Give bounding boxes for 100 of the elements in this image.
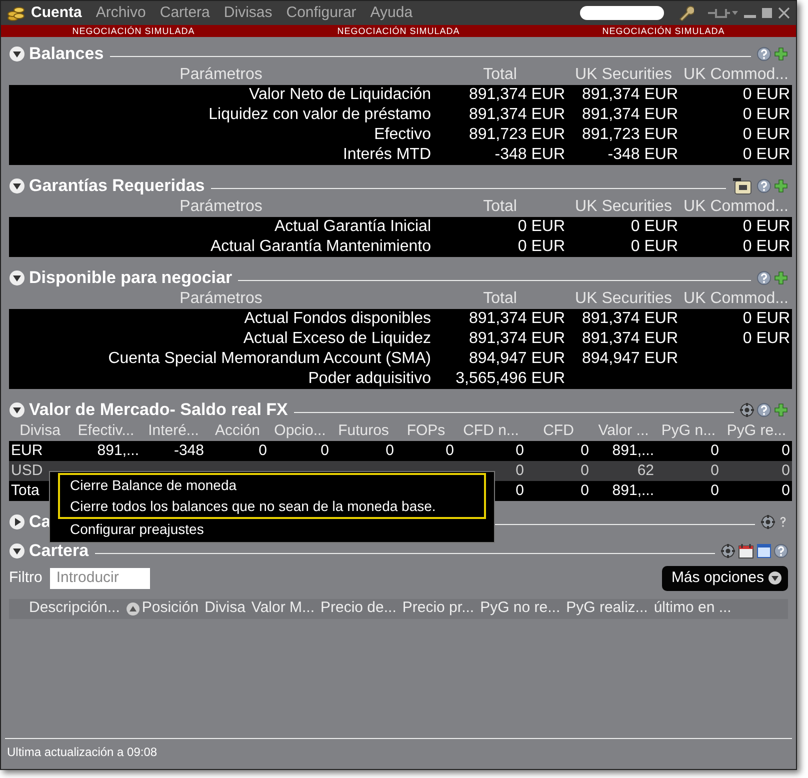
column-header: Futuros xyxy=(331,421,396,441)
collapse-icon[interactable] xyxy=(9,402,25,418)
table-cell: 894,947 EUR xyxy=(433,349,567,369)
table-cell: Actual Exceso de Liquidez xyxy=(9,329,433,349)
column-header: CFD xyxy=(526,421,591,441)
table-cell: 62 xyxy=(591,461,656,481)
collapse-icon[interactable] xyxy=(9,46,25,62)
column-header: Total xyxy=(433,289,567,309)
column-header[interactable]: Descripción... xyxy=(29,597,120,620)
table-cell: 891,374 EUR xyxy=(433,85,567,105)
table-cell: 0 xyxy=(721,481,792,501)
column-header: Total xyxy=(433,197,567,217)
maximize-icon[interactable] xyxy=(761,7,773,19)
table-cell: Actual Fondos disponibles xyxy=(9,309,433,329)
banner-text: NEGOCIACIÓN SIMULADA xyxy=(337,25,460,37)
window-icon[interactable] xyxy=(757,544,771,558)
column-header: Valor ... xyxy=(591,421,656,441)
table-cell: 894,947 EUR xyxy=(567,349,680,369)
help-icon[interactable] xyxy=(757,47,771,61)
column-header: Interé... xyxy=(141,421,206,441)
column-header[interactable]: PyG realiz... xyxy=(566,597,648,620)
section-title: Cartera xyxy=(29,540,89,562)
table-cell: 891,374 EUR xyxy=(567,329,680,349)
calendar-icon[interactable] xyxy=(738,543,754,559)
section-title: Valor de Mercado- Saldo real FX xyxy=(29,399,288,422)
table-cell: Liquidez con valor de préstamo xyxy=(9,105,433,125)
table-cell: -348 EUR xyxy=(433,145,567,165)
column-header: PyG re... xyxy=(721,421,792,441)
help-icon[interactable] xyxy=(757,271,771,285)
table-cell: 891,723 EUR xyxy=(567,125,680,145)
column-header[interactable]: Precio pr... xyxy=(402,597,474,620)
table-cell: Interés MTD xyxy=(9,145,433,165)
banner-text: NEGOCIACIÓN SIMULADA xyxy=(602,25,725,37)
expand-icon[interactable] xyxy=(9,514,25,530)
column-header: Parámetros xyxy=(9,65,433,85)
section-title: Balances xyxy=(29,43,104,66)
collapse-icon[interactable] xyxy=(9,543,25,559)
dropdown-icon xyxy=(768,571,782,586)
help-icon[interactable] xyxy=(774,544,788,558)
column-header: UK Securities xyxy=(567,197,680,217)
table-cell: 891,... xyxy=(591,441,656,461)
table-cell: 891,374 EUR xyxy=(567,85,680,105)
column-header: Parámetros xyxy=(9,197,433,217)
table-cell: 0 EUR xyxy=(567,237,680,257)
table-cell: 891,374 EUR xyxy=(433,105,567,125)
window-title: Cuenta xyxy=(31,2,82,23)
table-cell: 0 EUR xyxy=(433,217,567,237)
menu-item[interactable]: Cartera xyxy=(160,2,210,24)
collapse-icon[interactable] xyxy=(9,270,25,286)
status-text: Ultima actualización a 09:08 xyxy=(5,738,792,769)
column-header: Total xyxy=(433,65,567,85)
table-cell: 891,... xyxy=(591,481,656,501)
sort-ascending-icon[interactable] xyxy=(126,602,140,616)
table-cell: 0 xyxy=(526,481,591,501)
help-icon[interactable] xyxy=(778,515,788,529)
column-header[interactable]: último en ... xyxy=(654,597,732,620)
table-cell: -348 EUR xyxy=(567,145,680,165)
column-header: Parámetros xyxy=(9,289,433,309)
menu-item[interactable]: Ayuda xyxy=(370,2,413,24)
column-header[interactable]: Divisa xyxy=(204,597,246,620)
close-icon[interactable] xyxy=(778,7,790,19)
table-cell: 0 xyxy=(396,441,456,461)
banner-text: NEGOCIACIÓN SIMULADA xyxy=(72,25,195,37)
table-cell: 0 xyxy=(721,461,792,481)
menu-item[interactable]: Configurar preajustes xyxy=(50,519,494,540)
table-cell: 0 xyxy=(721,441,792,461)
table-cell: 0 xyxy=(206,441,269,461)
table-cell: Poder adquisitivo xyxy=(9,369,433,389)
table-cell: Actual Garantía Inicial xyxy=(9,217,433,237)
column-header: Divisa xyxy=(9,421,71,441)
column-header: Acción xyxy=(206,421,269,441)
column-header: Opcio... xyxy=(269,421,331,441)
menu-item[interactable]: Divisas xyxy=(224,2,272,24)
table-cell: 0 EUR xyxy=(680,309,792,329)
table-cell: 0 xyxy=(656,481,721,501)
table-cell: 0 xyxy=(269,441,331,461)
column-header: Efectiv... xyxy=(71,421,141,441)
menu-item[interactable]: Configurar xyxy=(286,2,356,24)
table-cell: Efectivo xyxy=(9,125,433,145)
menu-item[interactable]: Archivo xyxy=(96,2,146,24)
more-options-button[interactable]: Más opciones xyxy=(662,566,788,590)
help-icon[interactable] xyxy=(757,403,771,417)
filter-label: Filtro xyxy=(9,568,42,588)
table-cell: Valor Neto de Liquidación xyxy=(9,85,433,105)
table-cell: 0 EUR xyxy=(680,125,792,145)
help-icon[interactable] xyxy=(757,179,771,193)
column-header[interactable]: Posición xyxy=(142,597,199,620)
table-cell: 0 EUR xyxy=(433,237,567,257)
table-cell: 3,565,496 EUR xyxy=(433,369,567,389)
table-cell: 0 EUR xyxy=(680,329,792,349)
column-header: PyG n... xyxy=(656,421,721,441)
table-cell: 891,723 EUR xyxy=(433,125,567,145)
table-cell: Cuenta Special Memorandum Account (SMA) xyxy=(9,349,433,369)
column-header[interactable]: Valor M... xyxy=(251,597,314,620)
column-header[interactable]: Precio de... xyxy=(320,597,396,620)
filter-field[interactable]: Introducir xyxy=(50,568,150,589)
column-header[interactable]: PyG no re... xyxy=(480,597,560,620)
table-cell: 0 EUR xyxy=(680,145,792,165)
column-header: UK Securities xyxy=(567,65,680,85)
collapse-icon[interactable] xyxy=(9,178,25,194)
